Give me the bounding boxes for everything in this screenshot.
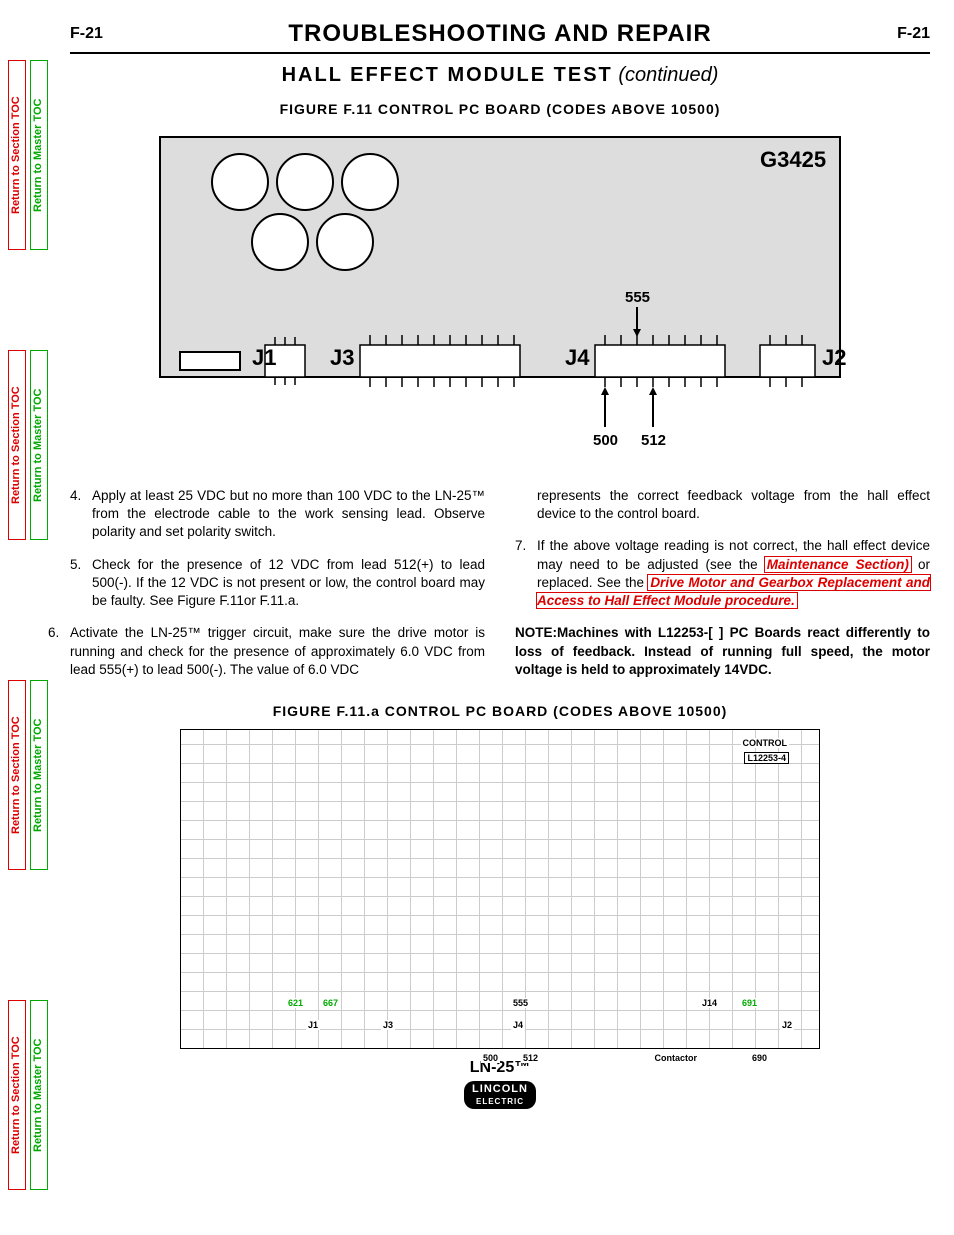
step-6-body: Activate the LN-25™ trigger circuit, mak… [70, 624, 485, 679]
return-section-toc-tab-1[interactable]: Return to Section TOC [8, 60, 26, 250]
pcb-j1: J1 [306, 1020, 320, 1030]
return-master-toc-tab-3[interactable]: Return to Master TOC [30, 680, 48, 870]
pcb-part-number: L12253-4 [744, 752, 789, 764]
board-label: G3425 [760, 147, 826, 172]
svg-text:J3: J3 [330, 345, 354, 370]
step-5: 5. Check for the presence of 12 VDC from… [70, 556, 485, 611]
control-board-photo: CONTROL L12253-4 J1 J3 J4 J2 J14 621 667… [180, 729, 820, 1049]
maintenance-section-link[interactable]: Maintenance Section) [765, 557, 911, 572]
svg-text:500: 500 [593, 432, 618, 449]
pcb-667: 667 [321, 998, 340, 1008]
note-label: NOTE: [515, 625, 557, 640]
return-master-toc-tab-2[interactable]: Return to Master TOC [30, 350, 48, 540]
pcb-555: 555 [511, 998, 530, 1008]
return-section-toc-tab-3[interactable]: Return to Section TOC [8, 680, 26, 870]
page-header: F-21 TROUBLESHOOTING AND REPAIR F-21 [70, 20, 930, 54]
page-number-left: F-21 [70, 25, 103, 43]
pcb-512: 512 [521, 1053, 540, 1063]
figure-caption-1: FIGURE F.11 CONTROL PC BOARD (CODES ABOV… [70, 101, 930, 117]
logo-brand: LINCOLN [472, 1083, 528, 1095]
sub-title: HALL EFFECT MODULE TEST (continued) [70, 64, 930, 87]
pcb-621: 621 [286, 998, 305, 1008]
step-7-body: If the above voltage reading is not corr… [537, 537, 930, 610]
svg-text:512: 512 [641, 432, 666, 449]
pcb-690: 690 [750, 1053, 769, 1063]
sub-title-continued: (continued) [618, 64, 718, 86]
return-section-toc-tab-4[interactable]: Return to Section TOC [8, 1000, 26, 1190]
pcb-j3: J3 [381, 1020, 395, 1030]
step-4: 4. Apply at least 25 VDC but no more tha… [70, 487, 485, 542]
return-master-toc-tab-4[interactable]: Return to Master TOC [30, 1000, 48, 1190]
page-number-right: F-21 [897, 25, 930, 43]
step-5-body: Check for the presence of 12 VDC from le… [92, 556, 485, 611]
pcb-j2: J2 [780, 1020, 794, 1030]
step-6-continued: represents the correct feedback voltage … [515, 487, 930, 523]
step-4-num: 4. [70, 487, 92, 542]
control-board-diagram: G3425 [150, 127, 850, 467]
pcb-contactor: Contactor [653, 1053, 700, 1063]
side-tabs: Return to Section TOC Return to Master T… [8, 0, 58, 1235]
lincoln-electric-logo: LINCOLN ELECTRIC [464, 1081, 536, 1109]
pcb-j14: J14 [700, 998, 719, 1008]
return-section-toc-tab-2[interactable]: Return to Section TOC [8, 350, 26, 540]
figure-caption-2: FIGURE F.11.a CONTROL PC BOARD (CODES AB… [70, 703, 930, 719]
return-master-toc-tab-1[interactable]: Return to Master TOC [30, 60, 48, 250]
svg-text:J4: J4 [565, 345, 590, 370]
sub-title-text: HALL EFFECT MODULE TEST [282, 64, 613, 86]
note-block: NOTE:Machines with L12253-[ ] PC Boards … [515, 624, 930, 679]
svg-text:J1: J1 [252, 345, 276, 370]
right-column: represents the correct feedback voltage … [515, 487, 930, 693]
svg-text:J2: J2 [822, 345, 846, 370]
main-title: TROUBLESHOOTING AND REPAIR [288, 20, 711, 48]
pcb-691: 691 [740, 998, 759, 1008]
page-content: F-21 TROUBLESHOOTING AND REPAIR F-21 HAL… [70, 20, 930, 1109]
logo-brand-sub: ELECTRIC [476, 1097, 524, 1106]
body-columns: 4. Apply at least 25 VDC but no more tha… [70, 487, 930, 693]
step-4-body: Apply at least 25 VDC but no more than 1… [92, 487, 485, 542]
page-footer: LN-25™ LINCOLN ELECTRIC [70, 1059, 930, 1109]
note-text: Machines with L12253-[ ] PC Boards react… [515, 625, 930, 676]
pcb-control-label: CONTROL [741, 738, 790, 748]
step-6: 6. Activate the LN-25™ trigger circuit, … [48, 624, 485, 679]
svg-text:555: 555 [625, 289, 650, 306]
left-column: 4. Apply at least 25 VDC but no more tha… [70, 487, 485, 693]
step-7: 7. If the above voltage reading is not c… [515, 537, 930, 610]
step-6-num: 6. [48, 624, 70, 679]
pcb-500: 500 [481, 1053, 500, 1063]
step-7-num: 7. [515, 537, 537, 610]
pcb-j4: J4 [511, 1020, 525, 1030]
step-5-num: 5. [70, 556, 92, 611]
